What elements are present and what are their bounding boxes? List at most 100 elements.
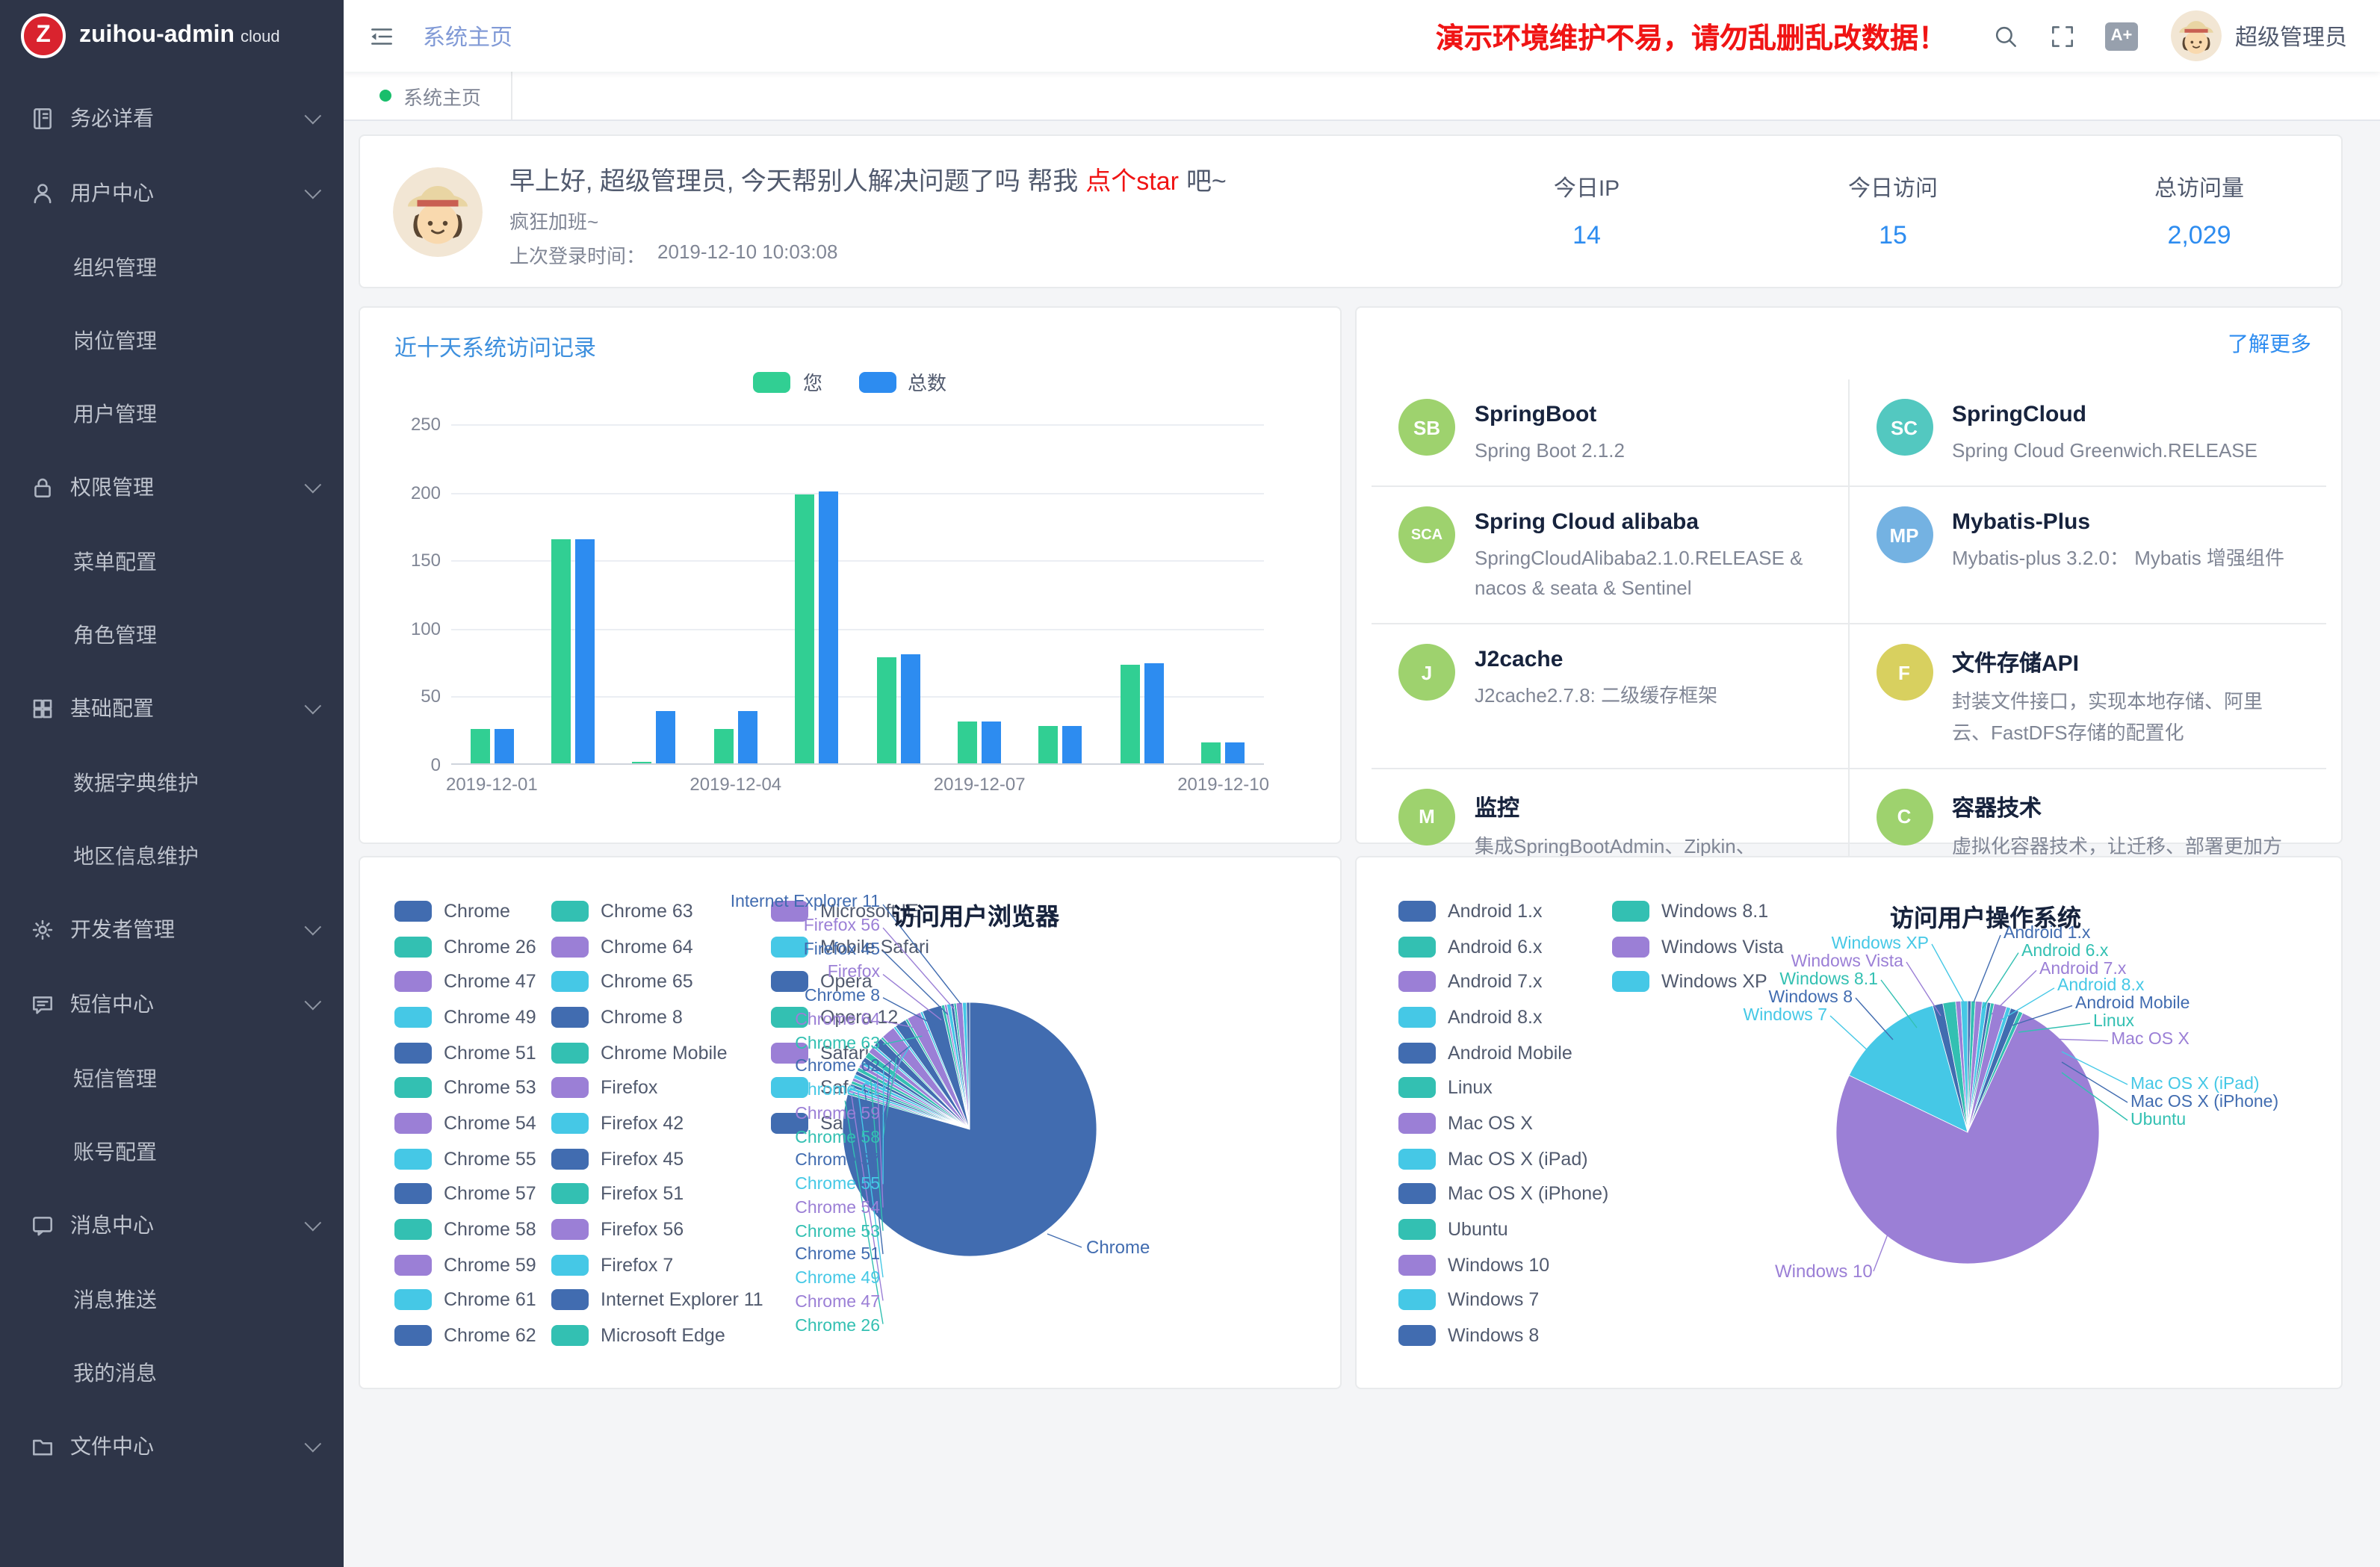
legend-swatch (1398, 1254, 1436, 1275)
legend-item[interactable]: Chrome 62 (394, 1318, 551, 1353)
legend-swatch (754, 371, 791, 392)
tech-item-title: J2cache (1475, 648, 1717, 673)
legend-label: Ubuntu (1448, 1219, 1508, 1240)
search-icon[interactable] (1992, 22, 2020, 50)
legend-item[interactable]: Chrome 47 (394, 964, 551, 999)
font-size-icon[interactable]: A+ (2105, 22, 2138, 50)
tech-item-title: 监控 (1475, 791, 1820, 822)
legend-item[interactable]: Chrome (394, 893, 551, 928)
sidebar-subitem[interactable]: 我的消息 (0, 1335, 344, 1409)
legend-item[interactable]: 总数 (858, 367, 946, 396)
legend-item[interactable]: Chrome 58 (394, 1211, 551, 1247)
sidebar-subitem[interactable]: 消息推送 (0, 1262, 344, 1335)
browser-pie-label-chrome: Chrome (1086, 1237, 1150, 1258)
legend-item[interactable]: Windows 7 (1398, 1282, 1612, 1318)
sidebar-item-0[interactable]: 务必详看 (0, 81, 344, 155)
legend-label: Chrome 58 (444, 1219, 536, 1240)
pie-callout-label: Chrome 54 (795, 1200, 880, 1217)
sidebar-item-1[interactable]: 用户中心 (0, 155, 344, 230)
sidebar-item-label: 权限管理 (70, 472, 154, 502)
sidebar-item-4[interactable]: 开发者管理 (0, 892, 344, 966)
tab-home[interactable]: 系统主页 (359, 72, 512, 120)
legend-swatch (1398, 1007, 1436, 1028)
bar (657, 712, 676, 763)
bar (876, 657, 896, 763)
sidebar-item-7[interactable]: 文件中心 (0, 1409, 344, 1483)
sidebar-subitem[interactable]: 角色管理 (0, 598, 344, 671)
breadcrumb[interactable]: 系统主页 (423, 20, 512, 52)
avatar[interactable] (2171, 10, 2222, 61)
sidebar-subitem[interactable]: 数据字典维护 (0, 745, 344, 819)
sidebar-subitem[interactable]: 菜单配置 (0, 524, 344, 598)
last-login-value: 2019-12-10 10:03:08 (657, 241, 837, 269)
pie-callout-label: Firefox (828, 964, 880, 982)
legend-item[interactable]: Android 1.x (1398, 893, 1612, 928)
pie-callout-label: Windows 8.1 (1705, 971, 1878, 989)
legend-item[interactable]: Mac OS X (iPad) (1398, 1141, 1612, 1176)
stat-label: 今日访问 (1758, 172, 2027, 203)
legend-item[interactable]: 您 (754, 367, 822, 396)
visit-chart-legend: 您 总数 (360, 367, 1340, 396)
legend-item[interactable]: Chrome 26 (394, 928, 551, 964)
pie-callout-label: Chrome 55 (795, 1176, 880, 1194)
sidebar-subitem-label: 组织管理 (73, 252, 157, 282)
legend-item[interactable]: Chrome 57 (394, 1176, 551, 1211)
sidebar-subitem[interactable]: 组织管理 (0, 230, 344, 303)
learn-more-link[interactable]: 了解更多 (2228, 329, 2311, 359)
tech-badge: SC (1876, 399, 1933, 456)
sidebar-item-3[interactable]: 基础配置 (0, 671, 344, 745)
fullscreen-icon[interactable] (2048, 22, 2077, 50)
legend-item[interactable]: Chrome 61 (394, 1282, 551, 1318)
legend-item[interactable]: Mac OS X (iPhone) (1398, 1176, 1612, 1211)
legend-item[interactable]: Android 7.x (1398, 964, 1612, 999)
bar-group (858, 424, 939, 763)
browser-chart-card: ChromeChrome 26Chrome 47Chrome 49Chrome … (359, 856, 1342, 1389)
legend-item[interactable]: Windows 10 (1398, 1247, 1612, 1282)
legend-item[interactable]: Chrome 54 (394, 1105, 551, 1141)
legend-item[interactable]: Android 6.x (1398, 928, 1612, 964)
bar (796, 495, 815, 763)
sidebar-subitem[interactable]: 地区信息维护 (0, 819, 344, 892)
app-logo[interactable]: Z zuihou-admincloud (0, 0, 344, 72)
bar-group (1020, 424, 1102, 763)
sidebar-collapse-icon[interactable] (368, 22, 396, 50)
tech-badge: MP (1876, 506, 1933, 563)
legend-item[interactable]: Chrome 53 (394, 1070, 551, 1105)
legend-item[interactable]: Android 8.x (1398, 999, 1612, 1034)
pie-callout-label: Chrome 63 (795, 1034, 880, 1052)
legend-item[interactable]: Chrome 59 (394, 1247, 551, 1282)
bar (575, 539, 595, 763)
greeting: 早上好, 超级管理员, 今天帮别人解决问题了吗 帮我点个star吧~ (509, 160, 1227, 197)
stat-value: 15 (1758, 221, 2027, 251)
pie-callout-label: Android 7.x (2039, 961, 2190, 979)
stat-block: 总访问量2,029 (2065, 172, 2334, 251)
sidebar-item-label: 消息中心 (70, 1210, 154, 1240)
star-link[interactable]: 点个star (1085, 167, 1179, 196)
legend-swatch (1612, 936, 1649, 957)
bar (1226, 743, 1245, 763)
legend-item[interactable]: Linux (1398, 1070, 1612, 1105)
legend-item[interactable]: Windows 8 (1398, 1318, 1612, 1353)
legend-item[interactable]: Chrome 55 (394, 1141, 551, 1176)
sidebar-item-2[interactable]: 权限管理 (0, 450, 344, 524)
sidebar-item-6[interactable]: 消息中心 (0, 1188, 344, 1262)
legend-item[interactable]: Windows 8.1 (1612, 893, 1821, 928)
sidebar-item-5[interactable]: 短信中心 (0, 966, 344, 1041)
y-axis-label: 150 (381, 550, 441, 571)
username[interactable]: 超级管理员 (2235, 20, 2347, 52)
legend-item[interactable]: Chrome 51 (394, 1035, 551, 1070)
legend-item[interactable]: Mac OS X (1398, 1105, 1612, 1141)
sidebar-subitem[interactable]: 短信管理 (0, 1041, 344, 1114)
sidebar-subitem[interactable]: 岗位管理 (0, 303, 344, 376)
tab-bar: 系统主页 (344, 72, 2380, 121)
legend-item[interactable]: Android Mobile (1398, 1035, 1612, 1070)
greeting-suffix: 吧~ (1186, 167, 1227, 196)
legend-item[interactable]: Ubuntu (1398, 1211, 1612, 1247)
sidebar-subitem[interactable]: 账号配置 (0, 1114, 344, 1188)
tech-stack-card: 了解更多 SBSpringBootSpring Boot 2.1.2SCSpri… (1355, 306, 2343, 844)
pie-callout-label: Chrome 58 (795, 1129, 880, 1146)
lock-icon (30, 474, 55, 500)
legend-item[interactable]: Chrome 49 (394, 999, 551, 1034)
sidebar-subitem[interactable]: 用户管理 (0, 376, 344, 450)
legend-label: Android 1.x (1448, 901, 1542, 922)
